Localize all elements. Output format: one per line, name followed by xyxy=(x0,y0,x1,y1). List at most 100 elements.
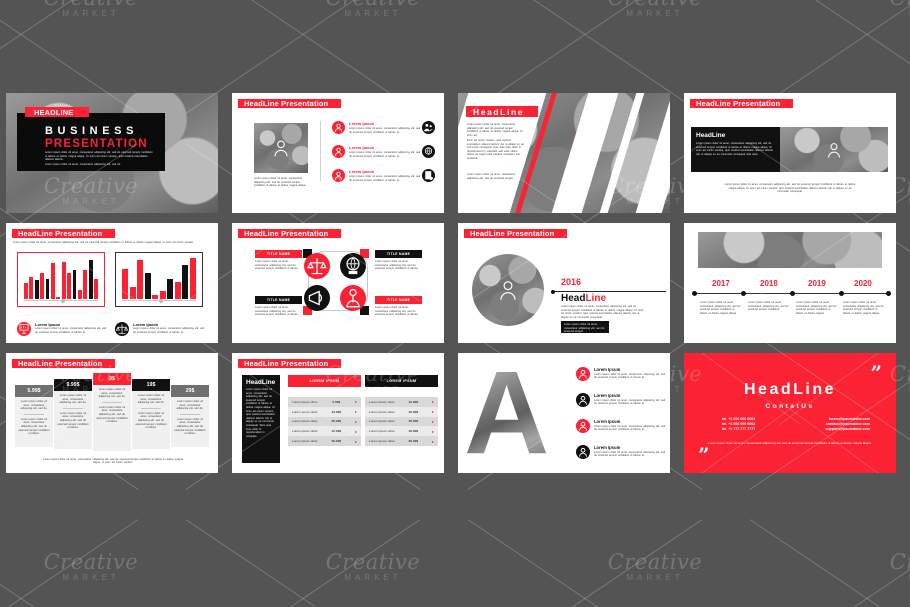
chart-legend-item-1[interactable]: Lorem Ipsum Lorem ipsum dolor sit amet, … xyxy=(17,322,109,336)
timeline-entry-3: Lorem ipsum dolor sit amet, consectetur … xyxy=(796,301,837,315)
contact-subtitle: ContatUs xyxy=(765,403,815,410)
slide-thumbnail-comparison-table[interactable]: HeadLine Presentation HeadLine Lorem ips… xyxy=(232,353,444,473)
timeline-axis xyxy=(692,291,892,296)
pricing-price-label: 19$ xyxy=(132,379,170,391)
chevron-right-icon[interactable]: ▸ xyxy=(432,429,434,434)
letter-a-list-item[interactable]: Lorem Ipsum Lorem ipsum dolor sit amet, c… xyxy=(576,393,668,407)
table-row[interactable]: Lorem ipsum dolor 10.00$ ▸ xyxy=(365,397,438,407)
creative-market-watermark: CreativeMARKET xyxy=(326,0,420,18)
slide-thumbnail-contact[interactable]: ” ” HeadLine ContatUs tel. +1 000 000 00… xyxy=(684,353,896,473)
cycle-node-4[interactable] xyxy=(340,285,366,311)
table-row[interactable]: Lorem ipsum dolor 5.00$ ▸ xyxy=(288,397,361,407)
bar-chart-a[interactable] xyxy=(17,252,105,307)
table-row[interactable]: Lorem ipsum dolor 40.00$ ▸ xyxy=(365,426,438,437)
watermark-x-lines xyxy=(726,504,910,607)
user-avatar-icon xyxy=(828,142,840,158)
pricing-footer: Lorem ipsum dolor sit amet, consectetur … xyxy=(43,457,183,465)
pricing-column[interactable]: 5.99$ Lorem ipsum dolor sit amet, consect… xyxy=(15,385,53,447)
table-row[interactable]: Lorem ipsum dolor 60.00$ ▸ xyxy=(365,436,438,446)
pricing-title: Lorem ipsum dolor sit amet, consectetur … xyxy=(176,400,204,411)
cycle-node-2[interactable] xyxy=(340,253,366,279)
table-row[interactable]: Lorem ipsum dolor 30.00$ ▸ xyxy=(288,426,361,437)
chevron-right-icon[interactable]: ▸ xyxy=(355,409,357,414)
watermark-x-lines xyxy=(162,504,444,607)
table-row[interactable]: Lorem ipsum dolor 12.00$ ▸ xyxy=(288,406,361,417)
pricing-title: Lorem ipsum dolor sit amet, consectetur … xyxy=(137,394,165,405)
chevron-right-icon[interactable]: ▸ xyxy=(355,429,357,434)
year-ribbon: HeadLine Presentation xyxy=(464,229,568,238)
slide-thumbnail-cover[interactable]: BUSINESS PRESENTATION Lorem ipsum dolor … xyxy=(6,93,218,213)
pricing-body: Lorem ipsum dolor sit amet, consectetur … xyxy=(93,385,131,427)
pricing-column[interactable]: 19$ Lorem ipsum dolor sit amet, consectet… xyxy=(132,379,170,449)
letter-a-list-item[interactable]: Lorem Ipsum Lorem ipsum dolor sit amet, c… xyxy=(576,419,668,433)
pricing-column[interactable]: 9$ Lorem ipsum dolor sit amet, consectetu… xyxy=(93,373,131,451)
year-badge: Lorem ipsum dolor sit amet, consectetur … xyxy=(561,321,609,333)
letter-a-list-item[interactable]: Lorem Ipsum Lorem ipsum dolor sit amet, c… xyxy=(576,367,668,381)
letter-a-list-item[interactable]: Lorem Ipsum Lorem ipsum dolor sit amet, c… xyxy=(576,445,668,459)
globe-network-icon xyxy=(346,257,360,275)
table-row[interactable]: Lorem ipsum dolor 35.00$ ▸ xyxy=(365,416,438,427)
table-side-panel: HeadLine Lorem ipsum dolor sit amet, con… xyxy=(242,375,280,463)
feature-item-text: Lorem ipsum dolor sit amet, consectetur … xyxy=(349,175,421,182)
letter-a-item-text: Lorem ipsum dolor sit amet, consectetur … xyxy=(594,450,666,458)
pricing-body: Lorem ipsum dolor sit amet, consectetur … xyxy=(15,397,53,439)
feature-item-3[interactable]: Lorem Ipsum Lorem ipsum dolor sit amet, … xyxy=(332,169,424,182)
chevron-right-icon[interactable]: ▸ xyxy=(432,419,434,424)
ribbon-notch-icon xyxy=(786,99,791,108)
slide-thumbnail-pricing[interactable]: HeadLine Presentation 5.99$ Lorem ipsum d… xyxy=(6,353,218,473)
cycle-label-title: TITLE NAME xyxy=(375,296,422,304)
feature-item-1[interactable]: Lorem Ipsum Lorem ipsum dolor sit amet, … xyxy=(332,121,424,134)
letter-a-item-text: Lorem ipsum dolor sit amet, consectetur … xyxy=(594,398,666,406)
chevron-right-icon[interactable]: ▸ xyxy=(355,399,357,404)
feature-item-2[interactable]: Lorem Ipsum Lorem ipsum dolor sit amet, … xyxy=(332,145,424,158)
chart-bar xyxy=(159,291,166,299)
timeline-node-icon xyxy=(886,291,892,296)
chevron-right-icon[interactable]: ▸ xyxy=(355,419,357,424)
table-ribbon-label: HeadLine Presentation xyxy=(244,359,329,368)
comparison-table-left[interactable]: LOREM IPSUM Lorem ipsum dolor 5.00$ ▸ Lorem … xyxy=(288,375,361,446)
slide-thumbnail-bar-charts[interactable]: HeadLine Presentation Lorem ipsum dolor … xyxy=(6,223,218,343)
contact-phone-list: tel. +1 000 000 0001 tel. +1 000 000 000… xyxy=(722,417,755,432)
chevron-right-icon[interactable]: ▸ xyxy=(355,439,357,444)
table-spacer xyxy=(288,387,361,397)
pricing-title: Lorem ipsum dolor sit amet, consectetur … xyxy=(98,388,126,399)
pricing-column[interactable]: 29$ Lorem ipsum dolor sit amet, consectet… xyxy=(171,385,209,447)
slide-thumbnail-timeline[interactable]: 2017 2018 2019 2020 Lorem ipsum dolor si… xyxy=(684,223,896,343)
globe-network-icon xyxy=(422,145,435,158)
feature-item-title: Lorem Ipsum xyxy=(349,169,375,174)
slide-thumbnail-headline-dark[interactable]: HeadLine Presentation HeadLine Lorem ips… xyxy=(684,93,896,213)
timeline-entry-2: Lorem ipsum dolor sit amet, consectetur … xyxy=(748,301,789,312)
table-row[interactable]: Lorem ipsum dolor 25.00$ ▸ xyxy=(288,416,361,427)
slide-thumbnail-year-profile[interactable]: HeadLine Presentation 2016 HeadLine Lore… xyxy=(458,223,670,343)
bar-chart-b-bars xyxy=(122,257,196,299)
bar-chart-b[interactable] xyxy=(115,252,203,307)
table-row[interactable]: Lorem ipsum dolor 22.00$ ▸ xyxy=(365,406,438,417)
chevron-right-icon[interactable]: ▸ xyxy=(432,399,434,404)
cycle-label-text: Lorem ipsum dolor sit amet, consectetur … xyxy=(375,306,419,317)
cycle-node-1[interactable] xyxy=(304,253,330,279)
slide-thumbnail-headline-photo[interactable]: HeadLine Lorem ipsum dolor sit amet, con… xyxy=(458,93,670,213)
ribbon-notch-icon xyxy=(334,229,339,238)
slide-thumbnail-letter-a[interactable]: A Lorem Ipsum Lorem ipsum dolor sit amet,… xyxy=(458,353,670,473)
feature-item-title: Lorem Ipsum xyxy=(349,121,375,126)
cycle-ribbon-label: HeadLine Presentation xyxy=(244,229,329,238)
year-headline-part-a: Head xyxy=(561,293,586,304)
slide-thumbnail-three-feature[interactable]: HeadLine Presentation Lorem ipsum dolor … xyxy=(232,93,444,213)
chevron-right-icon[interactable]: ▸ xyxy=(432,439,434,444)
table-cell-label: Lorem ipsum dolor xyxy=(292,409,318,414)
creative-market-watermark: CreativeMARKET xyxy=(867,0,910,18)
table-row[interactable]: Lorem ipsum dolor 50.00$ ▸ xyxy=(288,436,361,446)
ribbon-notch-icon xyxy=(334,99,339,108)
cycle-label-1: TITLE NAME Lorem ipsum dolor sit amet, c… xyxy=(255,250,302,271)
chevron-right-icon[interactable]: ▸ xyxy=(432,409,434,414)
feature-ribbon: HeadLine Presentation xyxy=(238,99,342,108)
timeline-node-icon xyxy=(692,291,697,296)
chart-legend-item-2[interactable]: Lorem Ipsum Lorem ipsum dolor sit amet, … xyxy=(115,322,207,336)
cycle-node-3[interactable] xyxy=(304,285,330,311)
slide-thumbnail-cycle-diagram[interactable]: HeadLine Presentation TITLE NAME Lorem i… xyxy=(232,223,444,343)
chart-bar xyxy=(152,294,159,299)
pricing-divider xyxy=(102,401,122,403)
chart-bar xyxy=(94,278,98,299)
comparison-table-right[interactable]: LOREM IPSUM Lorem ipsum dolor 10.00$ ▸ Lorem… xyxy=(365,375,438,446)
pricing-column[interactable]: 9.99$ Lorem ipsum dolor sit amet, consect… xyxy=(54,379,92,449)
